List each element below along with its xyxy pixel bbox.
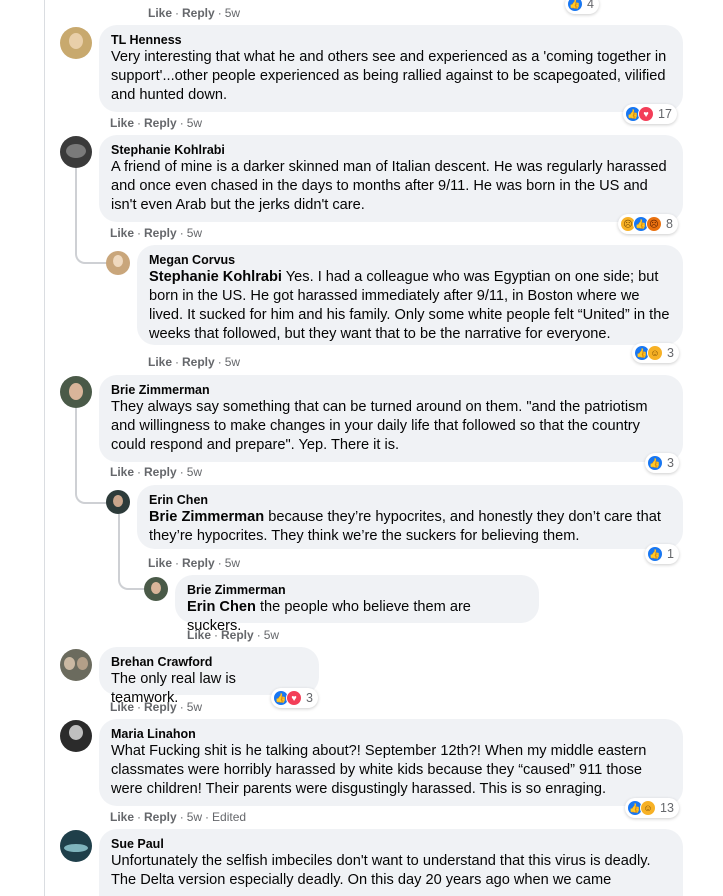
comment-actions: Like · Reply · 5w · Edited: [110, 810, 247, 824]
like-button[interactable]: Like: [148, 556, 172, 570]
like-button[interactable]: Like: [148, 6, 172, 20]
like-button[interactable]: Like: [110, 465, 134, 479]
comment-actions: Like · Reply · 5w: [110, 226, 203, 240]
comment-bubble: Megan Corvus Stephanie Kohlrabi Yes. I h…: [137, 245, 683, 345]
reply-button[interactable]: Reply: [144, 465, 177, 479]
comment-actions: Like · Reply · 5w: [187, 628, 280, 642]
care-reaction-icon: ☺: [640, 800, 656, 816]
comment-text: A friend of mine is a darker skinned man…: [111, 159, 667, 213]
comment-text: Very interesting that what he and others…: [111, 49, 667, 103]
reaction-summary[interactable]: 👍 4: [565, 0, 599, 14]
comment-actions: Like · Reply · 5w: [110, 465, 203, 479]
comment-author[interactable]: Brie Zimmerman: [111, 383, 671, 398]
reaction-summary[interactable]: ☹ 👍 ☹ 8: [618, 214, 678, 234]
reply-button[interactable]: Reply: [144, 810, 177, 824]
mention-link[interactable]: Brie Zimmerman: [149, 509, 264, 525]
love-reaction-icon: ♥: [286, 690, 302, 706]
reaction-summary[interactable]: 👍 ♥ 3: [271, 688, 318, 708]
like-button[interactable]: Like: [110, 700, 134, 714]
reaction-count: 3: [667, 346, 674, 360]
like-button[interactable]: Like: [110, 810, 134, 824]
avatar[interactable]: [60, 830, 92, 862]
comment-author[interactable]: Brie Zimmerman: [187, 583, 527, 598]
reply-button[interactable]: Reply: [182, 556, 215, 570]
love-reaction-icon: ♥: [638, 106, 654, 122]
timestamp[interactable]: 5w: [225, 355, 240, 369]
timestamp[interactable]: 5w: [187, 810, 202, 824]
reaction-count: 1: [667, 547, 674, 561]
reaction-count: 13: [660, 801, 674, 815]
edited-label[interactable]: Edited: [212, 810, 246, 824]
reaction-summary[interactable]: 👍 ☺ 3: [632, 343, 679, 363]
reaction-summary[interactable]: 👍 ♥ 17: [623, 104, 677, 124]
reaction-count: 4: [587, 0, 594, 11]
comment-author[interactable]: Megan Corvus: [149, 253, 671, 268]
comment-actions: Like · Reply · 5w: [110, 700, 203, 714]
timestamp[interactable]: 5w: [225, 6, 240, 20]
reply-button[interactable]: Reply: [144, 700, 177, 714]
reaction-count: 3: [667, 456, 674, 470]
reply-button[interactable]: Reply: [182, 6, 215, 20]
comment-actions: Like · Reply · 5w: [148, 355, 241, 369]
mention-link[interactable]: Erin Chen: [187, 599, 256, 615]
angry-reaction-icon: ☹: [646, 216, 662, 232]
avatar[interactable]: [106, 251, 130, 275]
comment-text: Stephanie Kohlrabi Yes. I had a colleagu…: [149, 268, 671, 344]
like-button[interactable]: Like: [187, 628, 211, 642]
reaction-count: 17: [658, 107, 672, 121]
comment-bubble: Brie Zimmerman They always say something…: [99, 375, 683, 462]
care-reaction-icon: ☺: [647, 345, 663, 361]
reaction-summary[interactable]: 👍 3: [645, 453, 679, 473]
like-reaction-icon: 👍: [647, 546, 663, 562]
comment-actions: Like · Reply · 5w: [148, 556, 241, 570]
comment-text: Brie Zimmerman because they’re hypocrite…: [149, 508, 671, 546]
like-button[interactable]: Like: [110, 116, 134, 130]
divider: [44, 0, 45, 896]
comment-actions: Like · Reply · 5w: [110, 116, 203, 130]
reaction-count: 8: [666, 217, 673, 231]
comment-actions: Like · Reply · 5w: [148, 6, 241, 20]
comment-text: They always say something that can be tu…: [111, 399, 648, 453]
avatar[interactable]: [60, 376, 92, 408]
comment-text: What Fucking shit is he talking about?! …: [111, 743, 647, 797]
avatar[interactable]: [60, 720, 92, 752]
comment-bubble: Erin Chen Brie Zimmerman because they’re…: [137, 485, 683, 549]
like-reaction-icon: 👍: [647, 455, 663, 471]
comment-author[interactable]: Brehan Crawford: [111, 655, 307, 670]
reply-button[interactable]: Reply: [182, 355, 215, 369]
avatar[interactable]: [60, 136, 92, 168]
avatar[interactable]: [60, 649, 92, 681]
avatar[interactable]: [60, 27, 92, 59]
reply-button[interactable]: Reply: [144, 226, 177, 240]
avatar[interactable]: [106, 490, 130, 514]
timestamp[interactable]: 5w: [187, 226, 202, 240]
comment-author[interactable]: Stephanie Kohlrabi: [111, 143, 671, 158]
reaction-summary[interactable]: 👍 ☺ 13: [625, 798, 679, 818]
reaction-summary[interactable]: 👍 1: [645, 544, 679, 564]
comment-bubble: Brie Zimmerman Erin Chen the people who …: [175, 575, 539, 634]
reply-button[interactable]: Reply: [144, 116, 177, 130]
avatar[interactable]: [144, 577, 168, 601]
comment-text: Unfortunately the selfish imbeciles don'…: [111, 853, 651, 888]
reaction-count: 3: [306, 691, 313, 705]
comment-bubble: Sue Paul Unfortunately the selfish imbec…: [99, 829, 683, 896]
comment-bubble: Maria Linahon What Fucking shit is he ta…: [99, 719, 683, 806]
like-button[interactable]: Like: [110, 226, 134, 240]
comment-author[interactable]: TL Henness: [111, 33, 671, 48]
comment-author[interactable]: Sue Paul: [111, 837, 671, 852]
mention-link[interactable]: Stephanie Kohlrabi: [149, 269, 282, 285]
timestamp[interactable]: 5w: [187, 465, 202, 479]
like-button[interactable]: Like: [148, 355, 172, 369]
like-reaction-icon: 👍: [567, 0, 583, 12]
comment-bubble: Stephanie Kohlrabi A friend of mine is a…: [99, 135, 683, 222]
reply-button[interactable]: Reply: [221, 628, 254, 642]
comment-author[interactable]: Erin Chen: [149, 493, 671, 508]
comment-bubble: TL Henness Very interesting that what he…: [99, 25, 683, 112]
timestamp[interactable]: 5w: [264, 628, 279, 642]
comment-author[interactable]: Maria Linahon: [111, 727, 671, 742]
timestamp[interactable]: 5w: [187, 116, 202, 130]
timestamp[interactable]: 5w: [187, 700, 202, 714]
comments-panel: Like · Reply · 5w 👍 4 TL Henness Very intere…: [0, 0, 723, 896]
timestamp[interactable]: 5w: [225, 556, 240, 570]
